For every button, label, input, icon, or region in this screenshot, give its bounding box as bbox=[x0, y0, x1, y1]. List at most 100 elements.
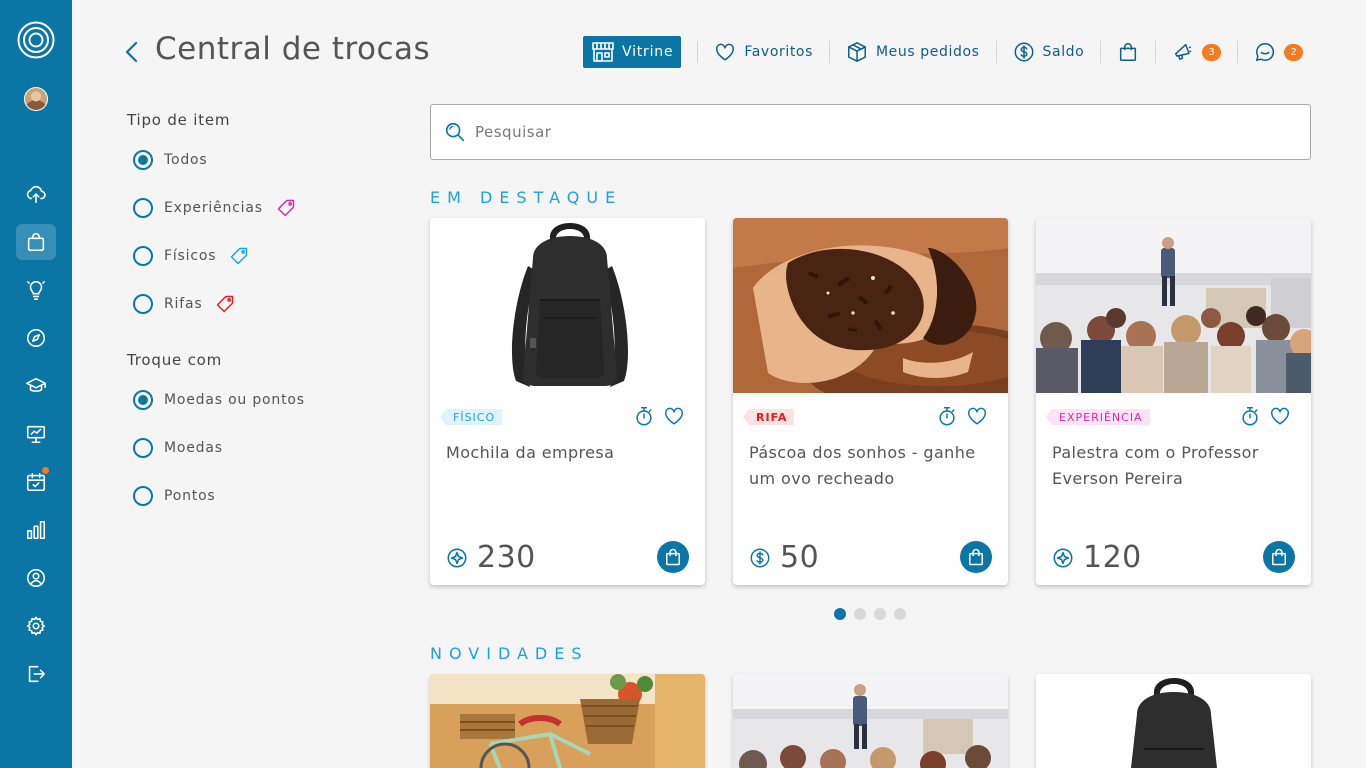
shopping-bag-icon bbox=[27, 233, 45, 252]
divider bbox=[1155, 41, 1157, 63]
product-image-lecture bbox=[1036, 218, 1311, 393]
product-card[interactable]: RIFA Páscoa dos sonhos - ganhe um ovo re… bbox=[733, 218, 1008, 585]
product-title: Palestra com o Professor Everson Pereira bbox=[1052, 443, 1259, 488]
radio-unselected[interactable] bbox=[133, 246, 153, 266]
filter-option-label: Moedas bbox=[164, 440, 223, 456]
news-card[interactable] bbox=[1036, 674, 1311, 768]
sidebar-item-cloud[interactable] bbox=[16, 176, 56, 212]
divider bbox=[1237, 41, 1239, 63]
product-image-easter-egg bbox=[733, 218, 1008, 393]
filter-option-fisicos[interactable]: Físicos bbox=[133, 246, 249, 266]
featured-heading: EM DESTAQUE bbox=[430, 188, 623, 207]
buy-button[interactable] bbox=[1263, 541, 1295, 573]
shopping-bag-icon bbox=[666, 548, 680, 566]
item-type-tag: FÍSICO bbox=[439, 409, 503, 425]
user-circle-icon bbox=[26, 568, 46, 588]
shopping-bag-icon bbox=[1272, 548, 1286, 566]
sidebar-item-logout[interactable] bbox=[16, 656, 56, 692]
package-box-icon bbox=[848, 42, 866, 62]
saldo-link[interactable]: Saldo bbox=[1013, 41, 1085, 63]
carousel-dot[interactable] bbox=[874, 608, 886, 620]
news-image-lecture bbox=[733, 674, 1008, 768]
product-card[interactable]: FÍSICO Mochila da empresa 230 bbox=[430, 218, 705, 585]
product-card[interactable]: EXPERIÊNCIA Palestra com o Professor Eve… bbox=[1036, 218, 1311, 585]
cart-button[interactable] bbox=[1117, 41, 1139, 63]
product-price: 120 bbox=[1083, 540, 1142, 575]
filter-option-label: Pontos bbox=[164, 488, 216, 504]
product-image-backpack bbox=[430, 218, 705, 393]
product-title: Mochila da empresa bbox=[446, 443, 615, 462]
heart-icon[interactable] bbox=[663, 405, 685, 427]
notifications-button[interactable]: 3 bbox=[1172, 41, 1222, 63]
carousel-dot[interactable] bbox=[894, 608, 906, 620]
stopwatch-icon[interactable] bbox=[936, 405, 958, 427]
graduation-cap-icon bbox=[26, 377, 46, 392]
sidebar-item-store[interactable] bbox=[16, 224, 56, 260]
radio-unselected[interactable] bbox=[133, 198, 153, 218]
tipo-item-heading: Tipo de item bbox=[127, 111, 231, 129]
meus-pedidos-label: Meus pedidos bbox=[875, 44, 980, 60]
filter-option-label: Experiências bbox=[164, 200, 263, 216]
buy-button[interactable] bbox=[657, 541, 689, 573]
filter-option-pontos[interactable]: Pontos bbox=[133, 486, 216, 506]
news-card[interactable] bbox=[430, 674, 705, 768]
notifications-badge: 3 bbox=[1202, 43, 1222, 61]
saldo-label: Saldo bbox=[1042, 44, 1085, 60]
filter-option-moedas[interactable]: Moedas bbox=[133, 438, 223, 458]
bar-chart-icon bbox=[26, 520, 46, 540]
heart-icon bbox=[716, 43, 735, 61]
divider bbox=[697, 41, 699, 63]
top-navigation: Vitrine Favoritos Meus pedidos Saldo 3 2 bbox=[583, 36, 1304, 68]
vitrine-button[interactable]: Vitrine bbox=[583, 36, 682, 68]
sidebar-item-presentation[interactable] bbox=[16, 416, 56, 452]
filter-option-label: Todos bbox=[164, 152, 208, 168]
sidebar-item-profile[interactable] bbox=[16, 560, 56, 596]
favoritos-link[interactable]: Favoritos bbox=[714, 41, 813, 63]
back-button[interactable] bbox=[120, 38, 144, 66]
vitrine-label: Vitrine bbox=[622, 44, 674, 60]
stopwatch-icon[interactable] bbox=[1239, 405, 1261, 427]
news-image-backpack bbox=[1036, 674, 1311, 768]
item-type-tag: RIFA bbox=[742, 409, 795, 425]
chevron-left-icon bbox=[125, 41, 138, 63]
search-input[interactable] bbox=[475, 123, 1255, 141]
radio-unselected[interactable] bbox=[133, 294, 153, 314]
radio-selected[interactable] bbox=[133, 390, 153, 410]
filter-option-todos[interactable]: Todos bbox=[133, 150, 207, 170]
radio-unselected[interactable] bbox=[133, 486, 153, 506]
gear-icon bbox=[26, 616, 46, 636]
sidebar-item-goals[interactable] bbox=[16, 320, 56, 356]
divider bbox=[995, 41, 997, 63]
stopwatch-icon[interactable] bbox=[633, 405, 655, 427]
buy-button[interactable] bbox=[960, 541, 992, 573]
product-title: Páscoa dos sonhos - ganhe um ovo rechead… bbox=[749, 443, 976, 488]
user-avatar[interactable] bbox=[24, 87, 48, 111]
sidebar bbox=[0, 0, 72, 768]
sidebar-item-reports[interactable] bbox=[16, 512, 56, 548]
sidebar-item-learning[interactable] bbox=[16, 368, 56, 404]
filter-option-moedas-ou-pontos[interactable]: Moedas ou pontos bbox=[133, 390, 305, 410]
presentation-board-icon bbox=[26, 425, 46, 444]
heart-icon[interactable] bbox=[966, 405, 988, 427]
sidebar-item-settings[interactable] bbox=[16, 608, 56, 644]
news-card[interactable] bbox=[733, 674, 1008, 768]
sidebar-item-calendar[interactable] bbox=[16, 464, 56, 500]
tag-icon bbox=[217, 295, 234, 313]
filter-option-label: Rifas bbox=[164, 296, 203, 312]
sidebar-item-ideas[interactable] bbox=[16, 272, 56, 308]
heart-icon[interactable] bbox=[1269, 405, 1291, 427]
filter-option-rifas[interactable]: Rifas bbox=[133, 294, 235, 314]
filter-option-experiencias[interactable]: Experiências bbox=[133, 198, 296, 218]
radio-unselected[interactable] bbox=[133, 438, 153, 458]
carousel-dot[interactable] bbox=[854, 608, 866, 620]
carousel-dot-active[interactable] bbox=[834, 608, 846, 620]
compass-icon bbox=[26, 328, 46, 348]
meus-pedidos-link[interactable]: Meus pedidos bbox=[846, 41, 980, 63]
messages-button[interactable]: 2 bbox=[1254, 41, 1304, 63]
app-logo[interactable] bbox=[16, 20, 56, 60]
shopping-bag-icon bbox=[969, 548, 983, 566]
filter-option-label: Moedas ou pontos bbox=[164, 392, 305, 408]
coin-icon bbox=[750, 548, 770, 567]
news-image-bicycle bbox=[430, 674, 705, 768]
radio-selected[interactable] bbox=[133, 150, 153, 170]
